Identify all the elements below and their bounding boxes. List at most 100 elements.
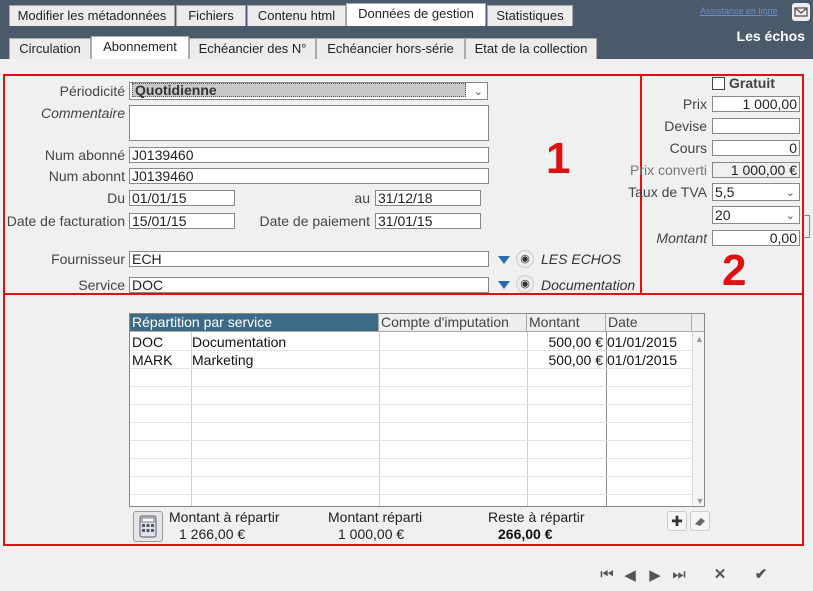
periodicite-value: Quotidienne — [132, 83, 466, 97]
row-divider — [130, 386, 704, 387]
tab-echeancier-numeros[interactable]: Echéancier des N° — [189, 38, 316, 59]
scroll-down-icon[interactable]: ▼ — [693, 496, 704, 506]
prix-converti-label: Prix converti — [629, 162, 707, 178]
devise-label: Devise — [664, 118, 707, 134]
cancel-icon[interactable]: ✕ — [711, 565, 729, 583]
row-divider — [130, 494, 704, 495]
num-abonne-label: Num abonné — [44, 147, 125, 163]
previous-record-icon[interactable]: ◀ — [621, 566, 639, 584]
au-field[interactable]: 31/12/18 — [375, 190, 481, 206]
tab-statistiques[interactable]: Statistiques — [487, 5, 573, 26]
cell-code: DOC — [132, 334, 164, 350]
reste-a-repartir-label: Reste à répartir — [488, 509, 585, 525]
cell-code: MARK — [132, 352, 173, 368]
row-divider — [130, 404, 704, 405]
add-icon[interactable]: ✚ — [667, 511, 687, 531]
eraser-icon[interactable] — [690, 511, 710, 531]
montant-reparti-label: Montant réparti — [328, 509, 423, 525]
fournisseur-field[interactable]: ECH — [129, 251, 489, 267]
service-name: Documentation — [541, 277, 636, 293]
mail-icon[interactable] — [792, 3, 810, 21]
tva-select[interactable]: 5,5 ⌄ — [712, 183, 800, 201]
tab-circulation[interactable]: Circulation — [9, 38, 91, 59]
commentaire-field[interactable] — [129, 105, 489, 141]
column-header-filler — [692, 314, 704, 332]
au-label: au — [354, 190, 370, 206]
montant-a-repartir-label: Montant à répartir — [169, 509, 280, 525]
row-divider — [130, 476, 704, 477]
prix-field[interactable]: 1 000,00 — [712, 96, 800, 112]
table-scrollbar[interactable]: ▲ ▼ — [692, 332, 704, 506]
tva-bracket — [803, 215, 810, 238]
montant-field[interactable]: 0,00 — [712, 230, 800, 246]
prix-converti-field: 1 000,00 € — [712, 162, 800, 178]
chevron-down-icon: ⌄ — [785, 210, 795, 222]
scroll-up-icon[interactable]: ▲ — [693, 334, 704, 344]
num-abonne-field[interactable]: J0139460 — [129, 147, 489, 163]
tab-modifier-metadonnees[interactable]: Modifier les métadonnées — [9, 5, 175, 26]
service-field[interactable]: DOC — [129, 277, 489, 293]
fournisseur-dropdown-icon[interactable] — [498, 256, 510, 264]
cell-montant: 500,00 € — [548, 334, 604, 350]
num-abonnt-field[interactable]: J0139460 — [129, 168, 489, 184]
tva-select-2[interactable]: 20 ⌄ — [712, 206, 800, 224]
cell-service-name: Documentation — [192, 334, 287, 350]
du-label: Du — [107, 190, 125, 206]
service-label: Service — [78, 277, 125, 293]
chevron-down-icon: ⌄ — [473, 86, 483, 98]
reste-a-repartir-value: 266,00 € — [498, 526, 553, 542]
commentaire-label: Commentaire — [40, 105, 125, 121]
cell-montant: 500,00 € — [548, 352, 604, 368]
montant-a-repartir-value: 1 266,00 € — [179, 526, 246, 542]
cours-field[interactable]: 0 — [712, 140, 800, 156]
tab-fichiers[interactable]: Fichiers — [176, 5, 246, 26]
tva-label: Taux de TVA — [628, 184, 707, 200]
tva-value-2: 20 — [715, 207, 731, 223]
table-row[interactable]: DOC Documentation 500,00 € 01/01/2015 — [130, 333, 692, 351]
date-paiement-label: Date de paiement — [259, 213, 370, 229]
first-record-icon[interactable]: ⏮ — [598, 566, 616, 583]
calculator-icon[interactable] — [133, 511, 163, 542]
date-facturation-field[interactable]: 15/01/15 — [129, 213, 235, 229]
fournisseur-label: Fournisseur — [51, 251, 125, 267]
column-header-compte[interactable]: Compte d'imputation — [379, 314, 527, 332]
help-link[interactable]: Assistance en ligne — [700, 6, 788, 18]
column-header-date[interactable]: Date — [606, 314, 692, 332]
column-header-montant[interactable]: Montant — [527, 314, 606, 332]
row-divider — [130, 458, 704, 459]
cell-date: 01/01/2015 — [607, 334, 678, 350]
gratuit-checkbox[interactable] — [712, 77, 725, 90]
table-row[interactable]: MARK Marketing 500,00 € 01/01/2015 — [130, 351, 692, 369]
row-divider — [130, 422, 704, 423]
tva-value: 5,5 — [715, 184, 735, 200]
devise-field[interactable] — [712, 118, 800, 134]
repartition-table[interactable]: Répartition par service Compte d'imputat… — [129, 313, 705, 507]
montant-reparti-value: 1 000,00 € — [338, 526, 405, 542]
cell-date: 01/01/2015 — [607, 352, 678, 368]
annotation-number-1: 1 — [546, 134, 571, 183]
cell-service-name: Marketing — [192, 352, 254, 368]
num-abonnt-label: Num abonnt — [48, 168, 125, 184]
tab-echeancier-hors-serie[interactable]: Echéancier hors-série — [316, 38, 465, 59]
periodicite-select[interactable]: Quotidienne ⌄ — [129, 82, 488, 100]
gratuit-label: Gratuit — [729, 75, 775, 91]
column-header-service[interactable]: Répartition par service — [130, 314, 379, 332]
tab-donnees-de-gestion[interactable]: Données de gestion — [346, 3, 486, 26]
tab-abonnement[interactable]: Abonnement — [91, 36, 189, 59]
service-dropdown-icon[interactable] — [498, 281, 510, 289]
tab-contenu-html[interactable]: Contenu html — [247, 5, 346, 26]
du-field[interactable]: 01/01/15 — [129, 190, 235, 206]
fournisseur-eye-icon[interactable]: ◉ — [516, 250, 534, 268]
fournisseur-name: LES ECHOS — [541, 251, 622, 267]
validate-icon[interactable]: ✔ — [752, 565, 770, 583]
last-record-icon[interactable]: ⏭ — [670, 566, 688, 583]
date-facturation-label: Date de facturation — [6, 213, 125, 229]
prix-label: Prix — [682, 96, 707, 112]
cours-label: Cours — [669, 140, 707, 156]
montant-label: Montant — [656, 230, 707, 246]
periodicite-label: Périodicité — [59, 83, 125, 99]
next-record-icon[interactable]: ▶ — [646, 566, 664, 584]
service-eye-icon[interactable]: ◉ — [516, 275, 534, 293]
date-paiement-field[interactable]: 31/01/15 — [375, 213, 481, 229]
tab-etat-collection[interactable]: Etat de la collection — [465, 38, 597, 59]
